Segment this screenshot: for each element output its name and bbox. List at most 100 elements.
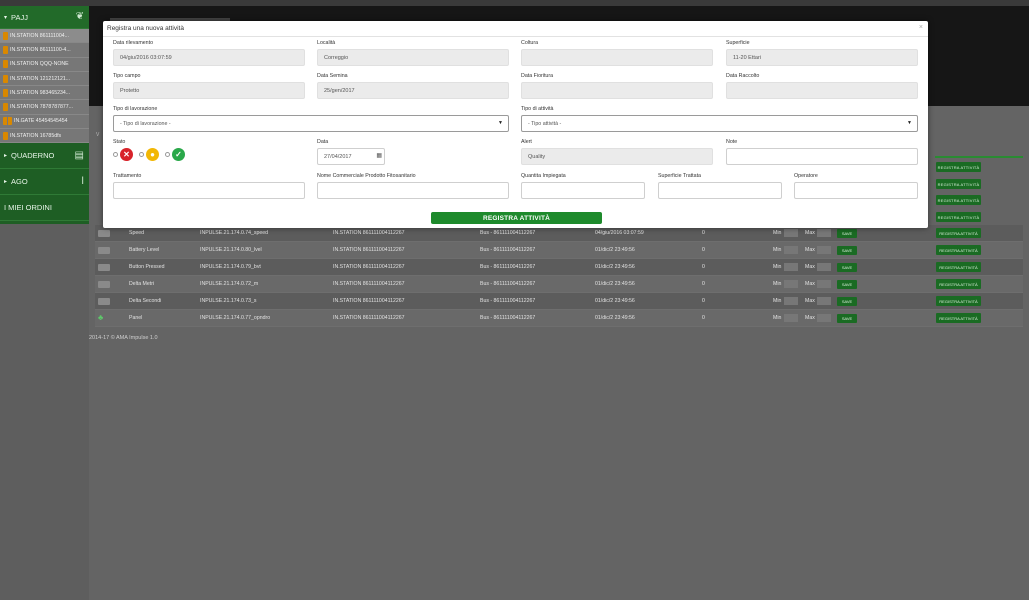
notebook-icon: ▤ [74,150,84,162]
save-button[interactable]: SAVE [837,245,857,255]
register-activity-button[interactable]: REGISTRA ATTIVITÀ [936,212,981,222]
table-row: Button Pressed INPULSE.21.174.0.79_bvt I… [95,259,1023,276]
coltura-input[interactable] [521,49,713,66]
field-label: Tipo di lavorazione [113,106,158,112]
trattamento-input[interactable] [113,182,305,199]
field-label: Data [317,139,329,145]
save-button[interactable]: SAVE [837,262,857,272]
sensor-value: 0 [702,247,705,253]
data-input[interactable] [317,148,385,165]
needle-icon: ǀ [81,176,84,188]
sidebar-item-ago[interactable]: ▸ AGO ǀ [0,169,89,196]
data-raccolto-input[interactable] [726,82,918,99]
sensor-date: 01/dic/2 23:49:56 [595,247,635,253]
warning-icon: ● [146,148,159,161]
register-activity-button[interactable]: REGISTRA ATTIVITÀ [936,296,981,306]
station-item[interactable]: IN.STATION 861111004... [0,29,89,44]
field-superficie-trattata: Superficie Trattata [658,173,782,199]
sidebar-item-miei-ordini[interactable]: I MIEI ORDINI [0,195,89,222]
station-label: IN.STATION 121212121... [10,75,71,82]
sidebar-header-pajj[interactable]: ▾ PAJJ ❦ [0,6,89,29]
save-button[interactable]: SAVE [837,228,857,238]
max-input[interactable] [817,246,831,254]
register-activity-button[interactable]: REGISTRA ATTIVITÀ [936,313,981,323]
register-activity-button[interactable]: REGISTRA ATTIVITÀ [936,262,981,272]
min-label: Min [773,230,782,236]
station-item[interactable]: IN.STATION 7878787877... [0,100,89,115]
station-item[interactable]: IN.STATION 86111100-4... [0,43,89,58]
sensor-date: 04/giu/2016 03:07:59 [595,230,644,236]
min-label: Min [773,264,782,270]
min-input[interactable] [784,246,798,254]
station-label: IN.STATION 7878787877... [10,104,73,111]
close-icon[interactable]: × [919,24,923,31]
register-activity-button[interactable]: REGISTRA ATTIVITÀ [936,228,981,238]
min-input[interactable] [784,263,798,271]
max-label: Max [805,281,815,287]
data-fioritura-input[interactable] [521,82,713,99]
station-item[interactable]: IN.STATION 983465234... [0,86,89,101]
station-label: IN.STATION 86111100-4... [10,46,71,53]
stato-options: ✕ ● ✓ [113,148,305,161]
max-input[interactable] [817,314,831,322]
sensor-address: INPULSE.21.174.0.74_speed [200,230,269,236]
stato-radio-green[interactable] [165,152,170,157]
calendar-icon[interactable]: ▦ [376,152,382,159]
min-input[interactable] [784,314,798,322]
register-activity-button[interactable]: REGISTRA ATTIVITÀ [936,279,981,289]
register-activity-button[interactable]: REGISTRA ATTIVITÀ [936,195,981,205]
sidebar-item-label: I MIEI ORDINI [4,203,52,213]
station-item[interactable]: IN.GATE 45454545454 [0,115,89,130]
min-label: Min [773,247,782,253]
max-input[interactable] [817,263,831,271]
station-label: IN.GATE 45454545454 [14,118,68,125]
sensor-icon [98,246,110,254]
alert-input[interactable] [521,148,713,165]
station-item[interactable]: IN.STATION 16785dfs [0,129,89,144]
register-activity-submit-button[interactable]: REGISTRA ATTIVITÀ [431,212,602,224]
data-rilevamento-input[interactable] [113,49,305,66]
min-label: Min [773,315,782,321]
sensor-date: 01/dic/2 23:49:56 [595,281,635,287]
sensor-name: Delta Secondi [129,298,162,304]
superficie-input[interactable] [726,49,918,66]
sensor-icon [98,263,110,271]
tipo-campo-input[interactable] [113,82,305,99]
stato-radio-yellow[interactable] [139,152,144,157]
sensor-icon [98,297,110,305]
max-label: Max [805,298,815,304]
field-tipo-attivita: Tipo di attività - Tipo attività - ▼ [521,106,918,132]
register-activity-button[interactable]: REGISTRA ATTIVITÀ [936,245,981,255]
superficie-trattata-input[interactable] [658,182,782,199]
register-activity-button[interactable]: REGISTRA ATTIVITÀ [936,179,981,189]
operatore-input[interactable] [794,182,918,199]
field-label: Data Raccolto [726,73,760,79]
field-label: Trattamento [113,173,142,179]
max-input[interactable] [817,229,831,237]
max-input[interactable] [817,297,831,305]
min-input[interactable] [784,280,798,288]
data-semina-input[interactable] [317,82,509,99]
nome-commerciale-input[interactable] [317,182,509,199]
register-activity-button[interactable]: REGISTRA ATTIVITÀ [936,162,981,172]
sensor-date: 01/dic/2 23:49:56 [595,264,635,270]
save-button[interactable]: SAVE [837,279,857,289]
localita-input[interactable] [317,49,509,66]
quantita-input[interactable] [521,182,645,199]
max-input[interactable] [817,280,831,288]
sensor-station: IN.STATION 861111004112267 [333,298,405,304]
stato-radio-red[interactable] [113,152,118,157]
save-button[interactable]: SAVE [837,296,857,306]
station-label: IN.STATION QQQ-NONE [10,61,69,68]
tipo-attivita-select[interactable]: - Tipo attività - ▼ [521,115,918,132]
save-button[interactable]: SAVE [837,313,857,323]
tipo-lavorazione-select[interactable]: - Tipo di lavorazione - ▼ [113,115,509,132]
note-input[interactable] [726,148,918,165]
sensor-icon [98,280,110,288]
station-item[interactable]: IN.STATION QQQ-NONE [0,58,89,72]
sidebar-item-quaderno[interactable]: ▸ QUADERNO ▤ [0,143,89,170]
station-item[interactable]: IN.STATION 121212121... [0,72,89,87]
min-input[interactable] [784,297,798,305]
min-input[interactable] [784,229,798,237]
sidebar-item-label: QUADERNO [11,151,55,161]
